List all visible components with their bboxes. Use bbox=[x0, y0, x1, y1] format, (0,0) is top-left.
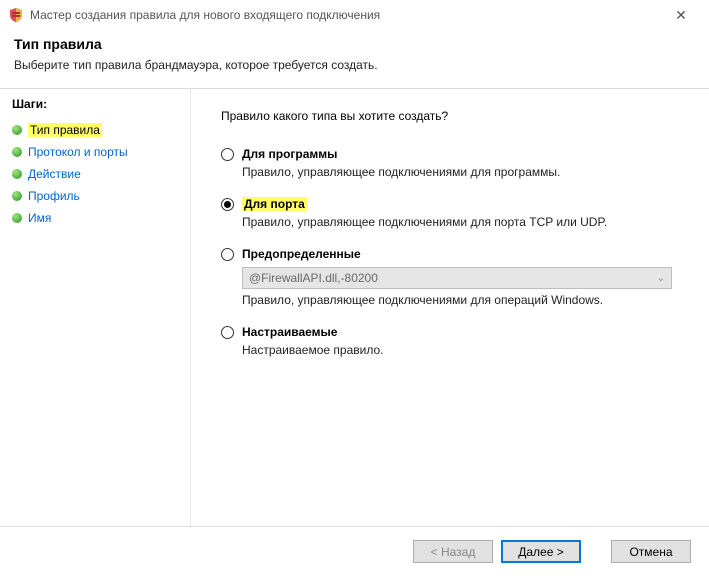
wizard-footer: < Назад Далее > Отмена bbox=[0, 526, 709, 576]
next-button[interactable]: Далее > bbox=[501, 540, 581, 563]
option-program-label[interactable]: Для программы bbox=[242, 147, 337, 161]
page-title: Тип правила bbox=[14, 36, 695, 52]
radio-program[interactable] bbox=[221, 148, 234, 161]
step-bullet-icon bbox=[12, 213, 22, 223]
step-rule-type[interactable]: Тип правила bbox=[12, 119, 190, 141]
step-bullet-icon bbox=[12, 125, 22, 135]
step-label: Действие bbox=[28, 167, 81, 181]
radio-predefined[interactable] bbox=[221, 248, 234, 261]
option-predefined-label[interactable]: Предопределенные bbox=[242, 247, 361, 261]
firewall-shield-icon bbox=[8, 7, 24, 23]
step-label: Имя bbox=[28, 211, 51, 225]
option-port: Для порта Правило, управляющее подключен… bbox=[221, 197, 679, 229]
option-predefined: Предопределенные @FirewallAPI.dll,-80200… bbox=[221, 247, 679, 307]
option-port-desc: Правило, управляющее подключениями для п… bbox=[242, 215, 679, 229]
predefined-combo-value: @FirewallAPI.dll,-80200 bbox=[249, 271, 378, 285]
radio-port[interactable] bbox=[221, 198, 234, 211]
steps-pane: Шаги: Тип правила Протокол и порты Дейст… bbox=[0, 89, 190, 528]
option-predefined-desc: Правило, управляющее подключениями для о… bbox=[242, 293, 679, 307]
radio-custom[interactable] bbox=[221, 326, 234, 339]
step-name[interactable]: Имя bbox=[12, 207, 190, 229]
step-label: Профиль bbox=[28, 189, 80, 203]
option-custom-desc: Настраиваемое правило. bbox=[242, 343, 679, 357]
step-label: Протокол и порты bbox=[28, 145, 128, 159]
window-title: Мастер создания правила для нового входя… bbox=[30, 8, 661, 22]
close-icon[interactable]: ✕ bbox=[661, 7, 701, 24]
content-prompt: Правило какого типа вы хотите создать? bbox=[221, 109, 679, 123]
titlebar: Мастер создания правила для нового входя… bbox=[0, 0, 709, 30]
option-custom: Настраиваемые Настраиваемое правило. bbox=[221, 325, 679, 357]
step-label: Тип правила bbox=[28, 123, 102, 137]
page-subtitle: Выберите тип правила брандмауэра, которо… bbox=[14, 58, 695, 72]
back-button: < Назад bbox=[413, 540, 493, 563]
option-program-desc: Правило, управляющее подключениями для п… bbox=[242, 165, 679, 179]
step-bullet-icon bbox=[12, 147, 22, 157]
step-profile[interactable]: Профиль bbox=[12, 185, 190, 207]
cancel-button[interactable]: Отмена bbox=[611, 540, 691, 563]
steps-heading: Шаги: bbox=[12, 97, 190, 111]
content-pane: Правило какого типа вы хотите создать? Д… bbox=[190, 89, 709, 528]
step-bullet-icon bbox=[12, 191, 22, 201]
step-protocol-ports[interactable]: Протокол и порты bbox=[12, 141, 190, 163]
option-program: Для программы Правило, управляющее подкл… bbox=[221, 147, 679, 179]
wizard-header: Тип правила Выберите тип правила брандма… bbox=[0, 30, 709, 82]
chevron-down-icon: ⌄ bbox=[657, 273, 665, 284]
predefined-combo: @FirewallAPI.dll,-80200 ⌄ bbox=[242, 267, 672, 289]
option-port-label[interactable]: Для порта bbox=[242, 197, 307, 211]
step-bullet-icon bbox=[12, 169, 22, 179]
step-action[interactable]: Действие bbox=[12, 163, 190, 185]
option-custom-label[interactable]: Настраиваемые bbox=[242, 325, 337, 339]
